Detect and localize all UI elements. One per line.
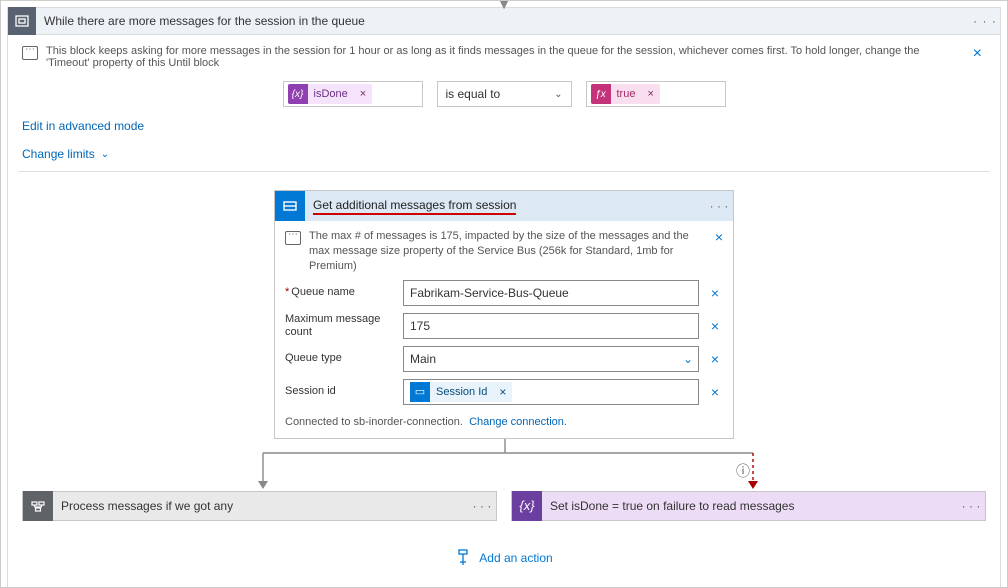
set-isdone-action[interactable]: {x} Set isDone = true on failure to read… bbox=[511, 491, 986, 521]
add-action-label: Add an action bbox=[479, 551, 552, 565]
loop-icon bbox=[8, 7, 36, 35]
variable-icon: {x} bbox=[512, 491, 542, 521]
close-icon[interactable]: × bbox=[715, 229, 723, 245]
edit-advanced-link[interactable]: Edit in advanced mode bbox=[22, 119, 144, 133]
set-isdone-title: Set isDone = true on failure to read mes… bbox=[542, 499, 957, 513]
condition-right-operand[interactable]: ƒx true × bbox=[586, 81, 726, 107]
process-messages-title: Process messages if we got any bbox=[53, 499, 468, 513]
queue-name-input[interactable]: Fabrikam-Service-Bus-Queue bbox=[403, 280, 699, 306]
action-info: The max # of messages is 175, impacted b… bbox=[285, 229, 723, 274]
service-bus-icon: ▭ bbox=[410, 382, 430, 402]
separator bbox=[18, 171, 990, 172]
action-header[interactable]: Get additional messages from session · ·… bbox=[275, 191, 733, 221]
connector-zone: ⓘ bbox=[18, 439, 990, 491]
chevron-down-icon: ⌄ bbox=[683, 352, 693, 366]
comment-icon bbox=[22, 46, 38, 60]
queue-type-label: Queue type bbox=[285, 352, 395, 365]
max-count-label: Maximum message count bbox=[285, 313, 395, 339]
until-loop-title: While there are more messages for the se… bbox=[36, 14, 970, 28]
chevron-down-icon: ⌄ bbox=[554, 89, 562, 100]
info-text: This block keeps asking for more message… bbox=[46, 45, 961, 69]
info-icon[interactable]: ⓘ bbox=[736, 461, 750, 481]
max-count-input[interactable]: 175 bbox=[403, 313, 699, 339]
more-icon[interactable]: · · · bbox=[970, 14, 1000, 28]
arrow-down-icon: ▼ bbox=[497, 0, 511, 9]
queue-name-label: *Queue name bbox=[285, 286, 395, 299]
branch-row: Process messages if we got any · · · {x}… bbox=[18, 491, 990, 521]
session-id-row: Session id ▭ Session Id × × bbox=[285, 379, 723, 405]
remove-token-icon[interactable]: × bbox=[354, 88, 372, 100]
more-icon[interactable]: · · · bbox=[957, 499, 985, 513]
remove-token-icon[interactable]: × bbox=[641, 88, 659, 100]
clear-icon[interactable]: × bbox=[707, 318, 723, 334]
add-action-button[interactable]: Add an action bbox=[18, 521, 990, 578]
queue-type-select[interactable]: Main ⌄ bbox=[403, 346, 699, 372]
session-id-label: Session id bbox=[285, 385, 395, 398]
condition-operator-label: is equal to bbox=[446, 87, 501, 101]
until-loop-body: This block keeps asking for more message… bbox=[7, 35, 1001, 588]
advanced-links: Edit in advanced mode Change limits ⌄ bbox=[18, 117, 990, 163]
close-icon[interactable]: × bbox=[969, 45, 986, 63]
get-messages-action-card: Get additional messages from session · ·… bbox=[274, 190, 734, 439]
action-title: Get additional messages from session bbox=[313, 198, 516, 215]
change-limits-link[interactable]: Change limits bbox=[22, 147, 95, 161]
chevron-down-icon: ⌄ bbox=[101, 149, 109, 160]
process-messages-action[interactable]: Process messages if we got any · · · bbox=[22, 491, 497, 521]
condition-operator-select[interactable]: is equal to ⌄ bbox=[437, 81, 572, 107]
queue-type-row: Queue type Main ⌄ × bbox=[285, 346, 723, 372]
change-connection-link[interactable]: Change connection. bbox=[469, 416, 567, 428]
add-step-icon bbox=[455, 549, 471, 568]
expression-token: ƒx true × bbox=[591, 84, 660, 104]
expression-token-label: true bbox=[611, 88, 642, 100]
session-id-input[interactable]: ▭ Session Id × bbox=[403, 379, 699, 405]
variable-token-label: isDone bbox=[308, 88, 354, 100]
condition-left-operand[interactable]: {x} isDone × bbox=[283, 81, 423, 107]
clear-icon[interactable]: × bbox=[707, 351, 723, 367]
function-icon: ƒx bbox=[591, 84, 611, 104]
clear-icon[interactable]: × bbox=[707, 285, 723, 301]
condition-row: {x} isDone × is equal to ⌄ ƒx true × bbox=[18, 77, 990, 117]
action-info-text: The max # of messages is 175, impacted b… bbox=[309, 229, 707, 274]
expression-icon: {x} bbox=[288, 84, 308, 104]
max-count-row: Maximum message count 175 × bbox=[285, 313, 723, 339]
comment-icon bbox=[285, 231, 301, 245]
info-bar: This block keeps asking for more message… bbox=[18, 35, 990, 77]
session-id-token: ▭ Session Id × bbox=[410, 382, 512, 402]
variable-token: {x} isDone × bbox=[288, 84, 373, 104]
remove-token-icon[interactable]: × bbox=[493, 385, 512, 399]
more-icon[interactable]: · · · bbox=[468, 499, 496, 513]
service-bus-icon bbox=[275, 191, 305, 221]
clear-icon[interactable]: × bbox=[707, 384, 723, 400]
scope-icon bbox=[23, 491, 53, 521]
more-icon[interactable]: · · · bbox=[705, 199, 733, 213]
connection-info: Connected to sb-inorder-connection. Chan… bbox=[285, 412, 723, 428]
queue-name-row: *Queue name Fabrikam-Service-Bus-Queue × bbox=[285, 280, 723, 306]
